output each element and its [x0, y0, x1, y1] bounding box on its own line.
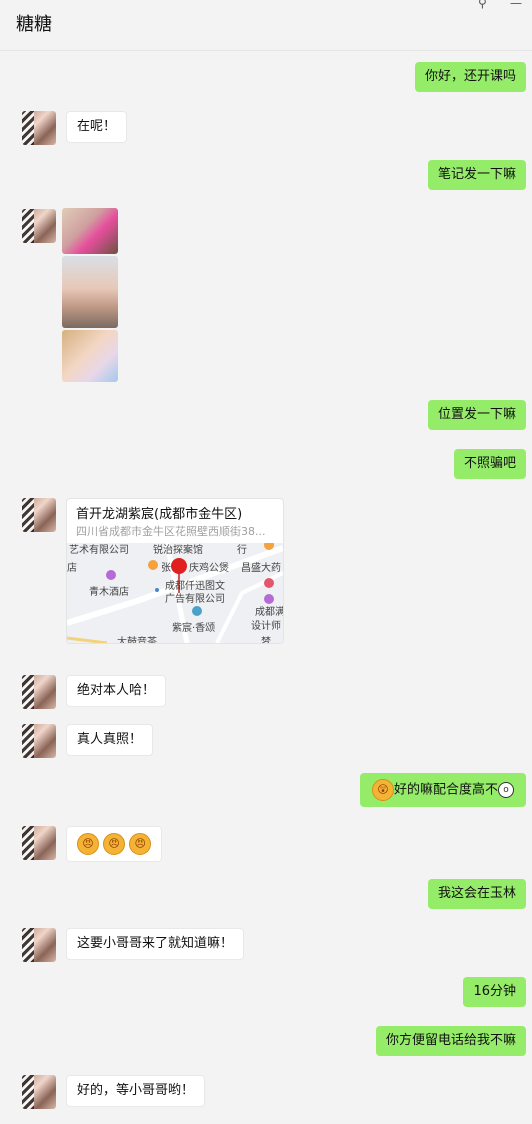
message-bubble-out[interactable]: 你好，还开课吗	[414, 62, 526, 92]
surprised-face-emoji-icon: o	[498, 782, 514, 798]
location-map: 艺术有限公司 锐治探案馆 行 店 张 庆鸡公煲 昌盛大药 青木酒店 成都仟迅图文…	[67, 543, 283, 643]
photo-message[interactable]	[62, 330, 118, 382]
angry-face-emoji-icon: 😠	[103, 833, 126, 855]
message-bubble-out[interactable]: 你方便留电话给我不嘛	[375, 1026, 526, 1056]
chat-title: 糖糖	[16, 14, 52, 35]
shocked-face-emoji-icon: 😲	[371, 779, 394, 801]
map-pin-icon	[171, 558, 187, 574]
contact-avatar[interactable]	[22, 111, 56, 145]
message-bubble-in[interactable]: 好的，等小哥哥哟！	[66, 1075, 206, 1107]
location-name: 首开龙湖紫宸(成都市金牛区)	[76, 507, 243, 522]
contact-avatar[interactable]	[22, 1075, 56, 1109]
chat-header: 糖糖 ⚲ —	[0, 0, 532, 51]
photo-message[interactable]	[62, 208, 118, 254]
message-bubble-out[interactable]: 笔记发一下嘛	[427, 160, 526, 190]
message-bubble-out[interactable]: 16分钟	[463, 977, 526, 1007]
photo-message[interactable]	[62, 256, 118, 328]
location-card[interactable]: 首开龙湖紫宸(成都市金牛区) 四川省成都市金牛区花照壁西顺街38... 艺术有限…	[66, 498, 284, 644]
message-bubble-in[interactable]: 这要小哥哥来了就知道嘛！	[66, 928, 245, 960]
message-bubble-out[interactable]: 😲 好的嘛配合度高不 o	[359, 773, 526, 807]
contact-avatar[interactable]	[22, 928, 56, 962]
contact-avatar[interactable]	[22, 724, 56, 758]
minimize-icon[interactable]: —	[510, 0, 522, 10]
angry-face-emoji-icon: 😠	[129, 833, 152, 855]
message-bubble-in[interactable]: 绝对本人哈！	[66, 675, 167, 707]
contact-avatar[interactable]	[22, 498, 56, 532]
emoji-message[interactable]: 😠 😠 😠	[66, 826, 163, 862]
contact-avatar[interactable]	[22, 826, 56, 860]
message-bubble-in[interactable]: 在呢！	[66, 111, 128, 143]
contact-avatar[interactable]	[22, 675, 56, 709]
message-bubble-out[interactable]: 位置发一下嘛	[427, 400, 526, 430]
message-bubble-in[interactable]: 真人真照！	[66, 724, 154, 756]
location-address: 四川省成都市金牛区花照壁西顺街38...	[76, 525, 266, 538]
contact-avatar[interactable]	[22, 209, 56, 243]
angry-face-emoji-icon: 😠	[77, 833, 99, 855]
pin-icon[interactable]: ⚲	[478, 0, 487, 10]
message-bubble-out[interactable]: 我这会在玉林	[427, 879, 526, 909]
message-bubble-out[interactable]: 不照骗吧	[453, 449, 526, 479]
